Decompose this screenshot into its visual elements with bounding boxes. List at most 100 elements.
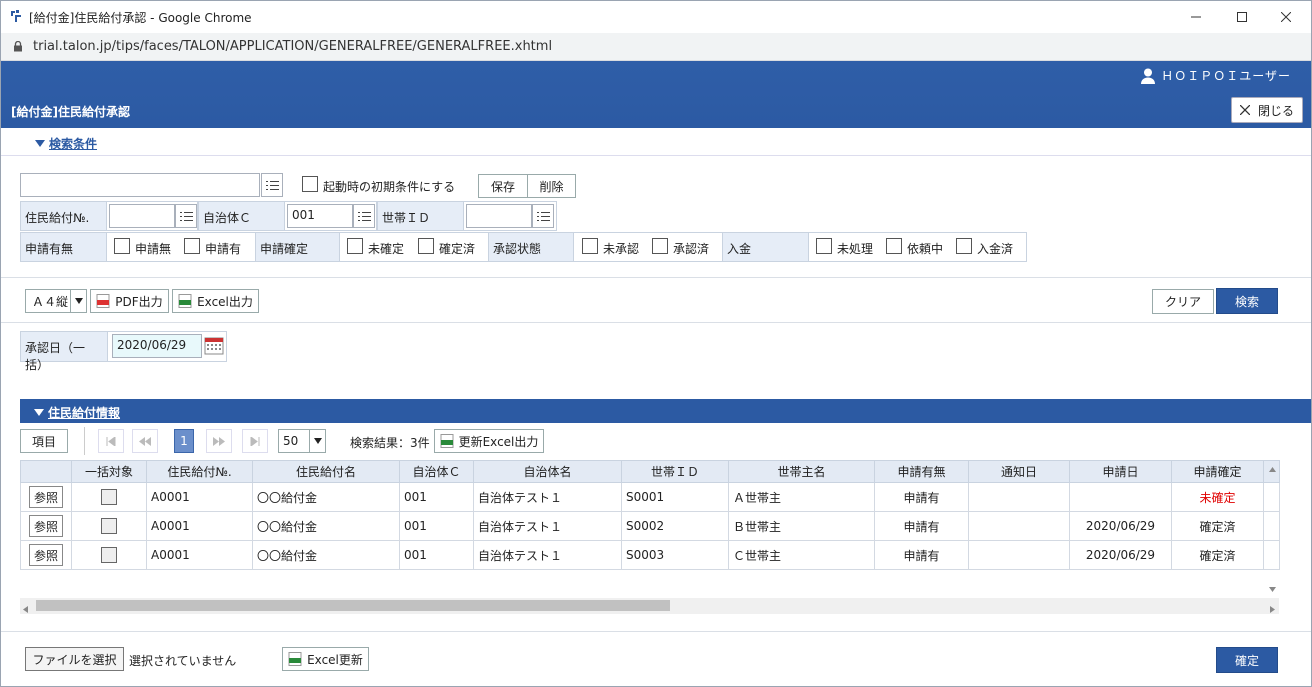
cell-no: A0001 bbox=[146, 540, 253, 570]
setai-input[interactable] bbox=[466, 204, 532, 228]
results-section-header[interactable]: 住民給付情報 bbox=[20, 399, 1311, 423]
items-button[interactable]: 項目 bbox=[20, 429, 68, 453]
calendar-icon[interactable] bbox=[204, 335, 224, 357]
col-header[interactable]: 自治体Ｃ bbox=[399, 460, 474, 483]
clear-button[interactable]: クリア bbox=[1152, 289, 1214, 314]
collapse-icon bbox=[35, 140, 45, 147]
file-select-button[interactable]: ファイルを選択 bbox=[25, 647, 124, 671]
iraichu-checkbox[interactable] bbox=[886, 238, 902, 254]
list-icon bbox=[536, 211, 550, 221]
approval-date-input[interactable]: 2020/06/29 bbox=[112, 334, 202, 358]
results-section-label: 住民給付情報 bbox=[48, 406, 121, 420]
save-button[interactable]: 保存 bbox=[478, 174, 528, 198]
cell-head: Ｃ世帯主 bbox=[728, 540, 875, 570]
nyukinzumi-checkbox[interactable] bbox=[956, 238, 972, 254]
user-menu[interactable]: ＨＯＩＰＯＩユーザー bbox=[1141, 67, 1291, 84]
scroll-up-icon[interactable] bbox=[1265, 463, 1279, 475]
scroll-thumb[interactable] bbox=[36, 600, 670, 611]
bulk-checkbox[interactable] bbox=[101, 518, 117, 534]
close-window-button[interactable] bbox=[1263, 1, 1309, 33]
paper-select[interactable]: Ａ４縦 bbox=[25, 289, 87, 313]
minimize-button[interactable] bbox=[1173, 1, 1219, 33]
cell-notice bbox=[968, 540, 1070, 570]
cell-date: 2020/06/29 bbox=[1069, 540, 1172, 570]
cell-kakutei: 未確定 bbox=[1171, 482, 1264, 512]
search-section-label: 検索条件 bbox=[49, 137, 98, 151]
kakuteizumi-checkbox[interactable] bbox=[418, 238, 434, 254]
scroll-right-icon[interactable] bbox=[1270, 602, 1275, 616]
prev-page-button[interactable] bbox=[132, 429, 158, 453]
title-bar: [給付金]住民給付承認 - Google Chrome bbox=[1, 1, 1311, 33]
scroll-left-icon[interactable] bbox=[23, 602, 28, 616]
address-bar[interactable]: trial.talon.jp/tips/faces/TALON/APPLICAT… bbox=[1, 33, 1311, 61]
first-page-button[interactable] bbox=[98, 429, 124, 453]
next-page-button[interactable] bbox=[206, 429, 232, 453]
kakuteizumi-label: 確定済 bbox=[439, 242, 476, 256]
jichitai-input[interactable]: 001 bbox=[287, 204, 353, 228]
prev-page-icon bbox=[139, 436, 151, 446]
close-button[interactable]: 閉じる bbox=[1231, 97, 1303, 123]
excel-update-label: Excel更新 bbox=[307, 652, 363, 667]
col-header[interactable]: 申請有無 bbox=[874, 460, 969, 483]
initial-cond-checkbox[interactable] bbox=[302, 176, 318, 192]
file-status: 選択されていません bbox=[129, 654, 237, 668]
col-header[interactable]: 申請日 bbox=[1069, 460, 1172, 483]
setai-list-button[interactable] bbox=[532, 204, 554, 228]
cell-head: Ａ世帯主 bbox=[728, 482, 875, 512]
maximize-icon bbox=[1237, 12, 1247, 22]
divider bbox=[1, 631, 1311, 632]
update-excel-button[interactable]: 更新Excel出力 bbox=[434, 429, 544, 453]
horizontal-scrollbar[interactable] bbox=[20, 598, 1279, 614]
shoninzumi-checkbox[interactable] bbox=[652, 238, 668, 254]
cell-notice bbox=[968, 511, 1070, 541]
preset-input[interactable] bbox=[20, 173, 260, 197]
current-page[interactable]: 1 bbox=[174, 429, 194, 453]
col-header[interactable]: 住民給付名 bbox=[252, 460, 400, 483]
page-size-select[interactable]: 50 bbox=[278, 429, 326, 453]
maximize-button[interactable] bbox=[1219, 1, 1265, 33]
delete-button[interactable]: 削除 bbox=[527, 174, 576, 198]
ref-button[interactable]: 参照 bbox=[29, 515, 63, 537]
col-header[interactable]: 世帯ＩＤ bbox=[621, 460, 729, 483]
col-header[interactable]: 申請確定 bbox=[1171, 460, 1264, 483]
cell-jc: 001 bbox=[399, 482, 474, 512]
mikakutei-checkbox[interactable] bbox=[347, 238, 363, 254]
jichitai-list-button[interactable] bbox=[353, 204, 375, 228]
mishonin-checkbox[interactable] bbox=[582, 238, 598, 254]
shinsei-umu-yes-checkbox[interactable] bbox=[184, 238, 200, 254]
col-header[interactable]: 一括対象 bbox=[71, 460, 147, 483]
cell-name: 〇〇給付金 bbox=[252, 482, 400, 512]
cell-no: A0001 bbox=[146, 511, 253, 541]
search-section-header[interactable]: 検索条件 bbox=[1, 128, 1311, 156]
jumin-no-input[interactable] bbox=[109, 204, 175, 228]
ref-button[interactable]: 参照 bbox=[29, 486, 63, 508]
excel-update-button[interactable]: Excel更新 bbox=[282, 647, 369, 671]
list-icon bbox=[265, 180, 279, 190]
result-count: 検索結果：3件 bbox=[350, 436, 430, 450]
excel-button[interactable]: Excel出力 bbox=[172, 289, 259, 313]
confirm-button[interactable]: 確定 bbox=[1216, 647, 1278, 673]
chevron-down-icon bbox=[309, 430, 325, 452]
lock-icon bbox=[14, 41, 22, 52]
shinsei-umu-none-checkbox[interactable] bbox=[114, 238, 130, 254]
bulk-checkbox[interactable] bbox=[101, 547, 117, 563]
search-button[interactable]: 検索 bbox=[1216, 288, 1278, 314]
col-header[interactable]: 住民給付№. bbox=[146, 460, 253, 483]
pdf-button[interactable]: PDF出力 bbox=[90, 289, 169, 313]
jumin-no-list-button[interactable] bbox=[175, 204, 197, 228]
url-text: trial.talon.jp/tips/faces/TALON/APPLICAT… bbox=[33, 39, 553, 54]
initial-cond-label: 起動時の初期条件にする bbox=[323, 180, 456, 194]
col-header[interactable]: 世帯主名 bbox=[728, 460, 875, 483]
page-title: [給付金]住民給付承認 bbox=[11, 105, 130, 119]
col-header[interactable]: 自治体名 bbox=[473, 460, 622, 483]
preset-list-button[interactable] bbox=[261, 173, 283, 197]
shinsei-umu-none-label: 申請無 bbox=[135, 242, 172, 256]
list-icon bbox=[357, 211, 371, 221]
mishori-checkbox[interactable] bbox=[816, 238, 832, 254]
shinsei-umu-yes-label: 申請有 bbox=[205, 242, 242, 256]
scroll-down-icon[interactable] bbox=[1265, 583, 1279, 595]
ref-button[interactable]: 参照 bbox=[29, 544, 63, 566]
col-header[interactable]: 通知日 bbox=[968, 460, 1070, 483]
bulk-checkbox[interactable] bbox=[101, 489, 117, 505]
last-page-button[interactable] bbox=[242, 429, 268, 453]
